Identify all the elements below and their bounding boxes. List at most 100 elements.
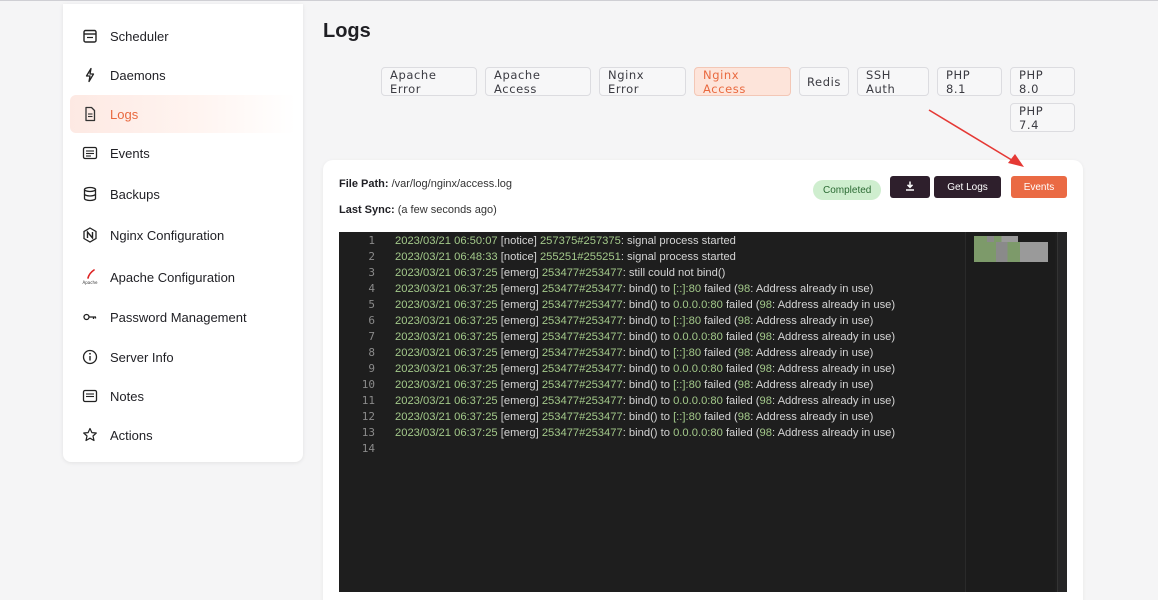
- sidebar-item-logs[interactable]: Logs: [70, 95, 296, 133]
- log-pid: 253477#253477: [541, 331, 623, 343]
- sidebar: Scheduler Daemons Logs Events Backups Ng…: [63, 4, 303, 462]
- info-icon: [70, 338, 110, 376]
- line-number: 9: [368, 362, 375, 375]
- log-timestamp: 2023/03/21 06:37:25: [395, 347, 498, 359]
- line-number: 1: [368, 234, 375, 247]
- line-number: 7: [368, 330, 375, 343]
- log-editor[interactable]: 1 2 3 4 5 6 7 8 9 10 11 12 13 14 2023/03/21 06:50:07 …: [339, 232, 1067, 592]
- log-level: [notice]: [497, 251, 540, 263]
- log-line: 2023/03/21 06:37:25 [emerg] 253477#25347…: [395, 281, 873, 297]
- log-message: : bind() to [::]:80 failed (98: Address …: [622, 411, 874, 423]
- file-path-value: /var/log/nginx/access.log: [391, 178, 513, 190]
- last-sync-value: (a few seconds ago): [397, 204, 497, 216]
- get-logs-button[interactable]: Get Logs: [934, 176, 1001, 198]
- download-button[interactable]: [890, 176, 930, 198]
- sidebar-item-scheduler[interactable]: Scheduler: [70, 17, 296, 55]
- sidebar-item-apache-configuration[interactable]: Apache Apache Configuration: [70, 258, 296, 296]
- last-sync-label: Last Sync:: [339, 204, 395, 216]
- log-message: : signal process started: [620, 235, 736, 247]
- line-number: 2: [368, 250, 375, 263]
- log-card: File Path: /var/log/nginx/access.log Las…: [323, 160, 1083, 600]
- log-line: 2023/03/21 06:37:25 [emerg] 253477#25347…: [395, 361, 895, 377]
- log-timestamp: 2023/03/21 06:37:25: [395, 283, 498, 295]
- log-pid: 253477#253477: [541, 411, 623, 423]
- line-number: 14: [361, 442, 375, 455]
- log-line: 2023/03/21 06:37:25 [emerg] 253477#25347…: [395, 345, 873, 361]
- tab-php-8-1[interactable]: PHP 8.1: [937, 67, 1002, 96]
- log-message: : bind() to 0.0.0.0:80 failed (98: Addre…: [622, 331, 896, 343]
- line-number: 13: [361, 426, 375, 439]
- tab-php-7-4[interactable]: PHP 7.4: [1010, 103, 1075, 132]
- log-message: : bind() to 0.0.0.0:80 failed (98: Addre…: [622, 427, 896, 439]
- tab-apache-error[interactable]: Apache Error: [381, 67, 477, 96]
- tab-php-8-0[interactable]: PHP 8.0: [1010, 67, 1075, 96]
- tab-apache-access[interactable]: Apache Access: [485, 67, 591, 96]
- notes-icon: [70, 377, 110, 415]
- log-message: : still could not bind(): [622, 267, 726, 279]
- log-line: 2023/03/21 06:37:25 [emerg] 253477#25347…: [395, 329, 895, 345]
- sidebar-item-server-info[interactable]: Server Info: [70, 338, 296, 376]
- log-pid: 253477#253477: [541, 363, 623, 375]
- sidebar-item-nginx-configuration[interactable]: Nginx Configuration: [70, 216, 296, 254]
- log-level: [emerg]: [497, 315, 542, 327]
- log-pid: 253477#253477: [541, 395, 623, 407]
- log-level: [emerg]: [497, 347, 542, 359]
- log-level: [notice]: [497, 235, 540, 247]
- log-timestamp: 2023/03/21 06:37:25: [395, 363, 498, 375]
- tab-nginx-access[interactable]: Nginx Access: [694, 67, 791, 96]
- log-line: 2023/03/21 06:50:07 [notice] 257375#2573…: [395, 233, 736, 249]
- sidebar-item-backups[interactable]: Backups: [70, 175, 296, 213]
- last-sync: Last Sync: (a few seconds ago): [339, 204, 497, 216]
- log-line: 2023/03/21 06:48:33 [notice] 255251#2552…: [395, 249, 736, 265]
- log-line: 2023/03/21 06:37:25 [emerg] 253477#25347…: [395, 377, 873, 393]
- download-icon: [905, 181, 915, 194]
- log-level: [emerg]: [497, 427, 542, 439]
- log-timestamp: 2023/03/21 06:50:07: [395, 235, 498, 247]
- log-timestamp: 2023/03/21 06:48:33: [395, 251, 498, 263]
- sidebar-item-daemons[interactable]: Daemons: [70, 56, 296, 94]
- line-number: 5: [368, 298, 375, 311]
- events-button[interactable]: Events: [1011, 176, 1067, 198]
- log-message: : bind() to [::]:80 failed (98: Address …: [622, 283, 874, 295]
- sidebar-item-label: Password Management: [110, 309, 247, 325]
- sidebar-item-events[interactable]: Events: [70, 134, 296, 172]
- line-number: 4: [368, 282, 375, 295]
- line-number: 10: [361, 378, 375, 391]
- editor-scrollbar[interactable]: [1057, 232, 1067, 592]
- tab-ssh-auth[interactable]: SSH Auth: [857, 67, 929, 96]
- line-number-gutter: 1 2 3 4 5 6 7 8 9 10 11 12 13 14: [339, 232, 385, 592]
- tab-redis[interactable]: Redis: [799, 67, 849, 96]
- log-message: : bind() to 0.0.0.0:80 failed (98: Addre…: [622, 395, 896, 407]
- database-icon: [70, 175, 110, 213]
- page-title: Logs: [323, 20, 371, 42]
- log-level: [emerg]: [497, 299, 542, 311]
- log-level: [emerg]: [497, 331, 542, 343]
- log-line: 2023/03/21 06:37:25 [emerg] 253477#25347…: [395, 313, 873, 329]
- log-message: : bind() to [::]:80 failed (98: Address …: [622, 347, 874, 359]
- sidebar-item-label: Actions: [110, 427, 153, 443]
- log-line: 2023/03/21 06:37:25 [emerg] 253477#25347…: [395, 425, 895, 441]
- sidebar-item-password-management[interactable]: Password Management: [70, 298, 296, 336]
- svg-text:Apache: Apache: [83, 280, 98, 285]
- sidebar-item-label: Server Info: [110, 349, 174, 365]
- log-timestamp: 2023/03/21 06:37:25: [395, 411, 498, 423]
- tab-nginx-error[interactable]: Nginx Error: [599, 67, 686, 96]
- sidebar-item-notes[interactable]: Notes: [70, 377, 296, 415]
- star-icon: [70, 416, 110, 454]
- log-pid: 253477#253477: [541, 315, 623, 327]
- log-pid: 253477#253477: [541, 299, 623, 311]
- log-timestamp: 2023/03/21 06:37:25: [395, 315, 498, 327]
- line-number: 11: [361, 394, 375, 407]
- log-pid: 253477#253477: [541, 379, 623, 391]
- log-timestamp: 2023/03/21 06:37:25: [395, 427, 498, 439]
- log-line: 2023/03/21 06:37:25 [emerg] 253477#25347…: [395, 297, 895, 313]
- log-timestamp: 2023/03/21 06:37:25: [395, 379, 498, 391]
- minimap[interactable]: [965, 232, 1055, 592]
- sidebar-item-label: Events: [110, 145, 150, 161]
- log-line: 2023/03/21 06:37:25 [emerg] 253477#25347…: [395, 409, 873, 425]
- line-number: 8: [368, 346, 375, 359]
- line-number: 6: [368, 314, 375, 327]
- log-level: [emerg]: [497, 395, 542, 407]
- log-pid: 253477#253477: [541, 283, 623, 295]
- sidebar-item-actions[interactable]: Actions: [70, 416, 296, 454]
